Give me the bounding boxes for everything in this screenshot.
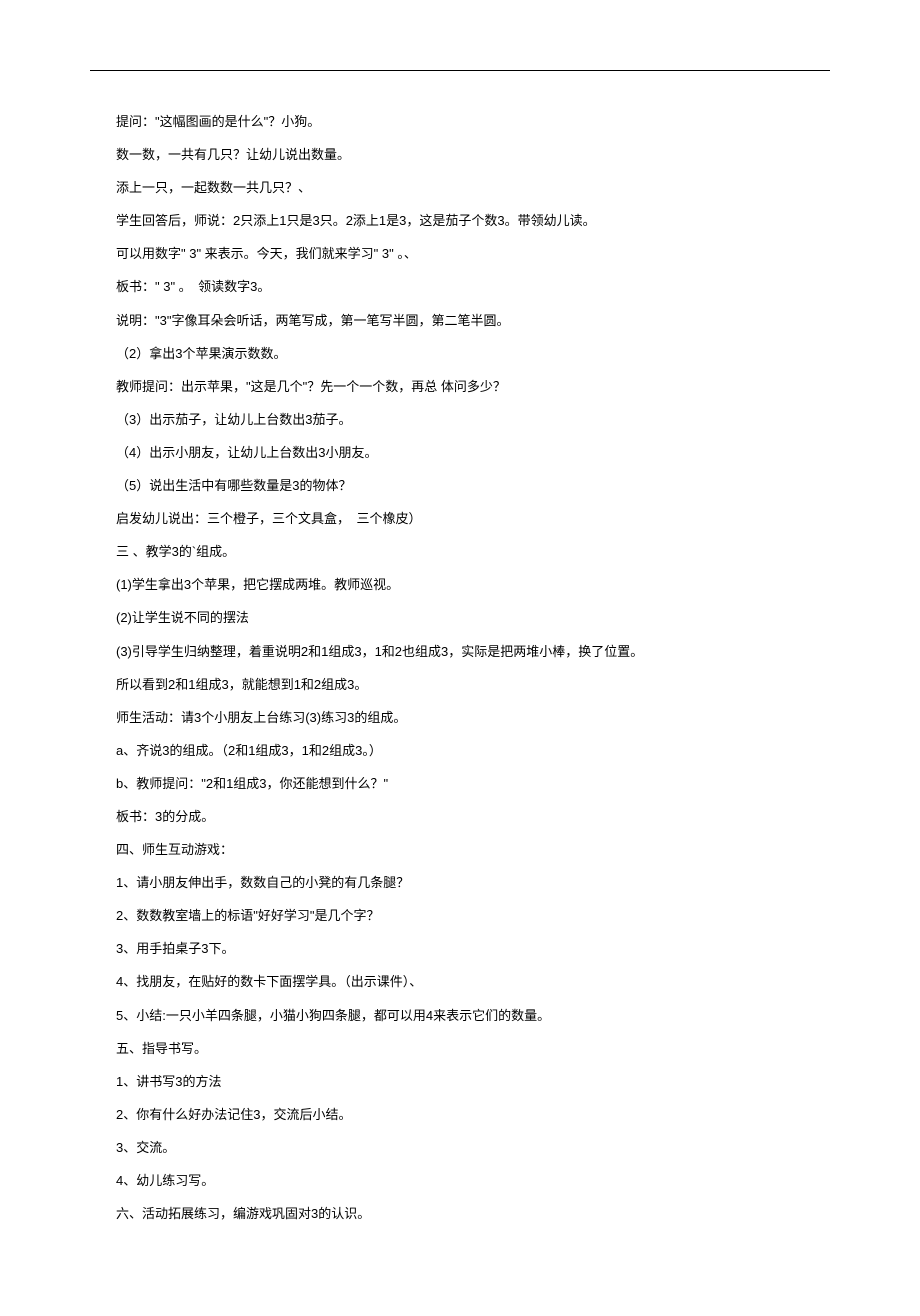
text-line: 添上一只，一起数数一共几只？、 [90, 177, 830, 199]
text-line: 1、请小朋友伸出手，数数自己的小凳的有几条腿？ [90, 872, 830, 894]
text-line: 提问："这幅图画的是什么"？小狗。 [90, 111, 830, 133]
text-line: 3、用手拍桌子3下。 [90, 938, 830, 960]
text-line: 3、交流。 [90, 1137, 830, 1159]
text-line: (2)让学生说不同的摆法 [90, 607, 830, 629]
text-line: 学生回答后，师说：2只添上1只是3只。2添上1是3，这是茄子个数3。带领幼儿读。 [90, 210, 830, 232]
text-line: 板书：3的分成。 [90, 806, 830, 828]
document-page: 提问："这幅图画的是什么"？小狗。 数一数，一共有几只？让幼儿说出数量。 添上一… [0, 0, 920, 1316]
text-line: b、教师提问："2和1组成3，你还能想到什么？" [90, 773, 830, 795]
text-line: 5、小结:一只小羊四条腿，小猫小狗四条腿，都可以用4来表示它们的数量。 [90, 1005, 830, 1027]
top-divider [90, 70, 830, 71]
text-line: 教师提问：出示苹果，"这是几个"？先一个一个数，再总 体问多少？ [90, 376, 830, 398]
text-line: 4、幼儿练习写。 [90, 1170, 830, 1192]
text-line: 1、讲书写3的方法 [90, 1071, 830, 1093]
text-line: a、齐说3的组成。（2和1组成3，1和2组成3。） [90, 740, 830, 762]
text-line: 数一数，一共有几只？让幼儿说出数量。 [90, 144, 830, 166]
document-content: 提问："这幅图画的是什么"？小狗。 数一数，一共有几只？让幼儿说出数量。 添上一… [90, 111, 830, 1225]
text-line: 板书：" 3" 。 领读数字3。 [90, 276, 830, 298]
text-line: (1)学生拿出3个苹果，把它摆成两堆。教师巡视。 [90, 574, 830, 596]
text-line: 四、师生互动游戏： [90, 839, 830, 861]
text-line: 三 、教学3的`组成。 [90, 541, 830, 563]
text-line: 说明："3"字像耳朵会听话，两笔写成，第一笔写半圆，第二笔半圆。 [90, 310, 830, 332]
text-line: （5）说出生活中有哪些数量是3的物体？ [90, 475, 830, 497]
text-line: 启发幼儿说出：三个橙子，三个文具盒， 三个橡皮） [90, 508, 830, 530]
text-line: （4）出示小朋友，让幼儿上台数出3小朋友。 [90, 442, 830, 464]
text-line: 2、数数教室墙上的标语"好好学习"是几个字？ [90, 905, 830, 927]
text-line: 六、活动拓展练习，编游戏巩固对3的认识。 [90, 1203, 830, 1225]
text-line: 所以看到2和1组成3，就能想到1和2组成3。 [90, 674, 830, 696]
text-line: 4、找朋友，在贴好的数卡下面摆学具。（出示课件）、 [90, 971, 830, 993]
text-line: 可以用数字" 3" 来表示。今天，我们就来学习" 3" 。、 [90, 243, 830, 265]
text-line: 2、你有什么好办法记住3，交流后小结。 [90, 1104, 830, 1126]
text-line: （2）拿出3个苹果演示数数。 [90, 343, 830, 365]
text-line: (3)引导学生归纳整理，着重说明2和1组成3，1和2也组成3，实际是把两堆小棒，… [90, 641, 830, 663]
text-line: 五、指导书写。 [90, 1038, 830, 1060]
text-line: （3）出示茄子，让幼儿上台数出3茄子。 [90, 409, 830, 431]
text-line: 师生活动：请3个小朋友上台练习(3)练习3的组成。 [90, 707, 830, 729]
